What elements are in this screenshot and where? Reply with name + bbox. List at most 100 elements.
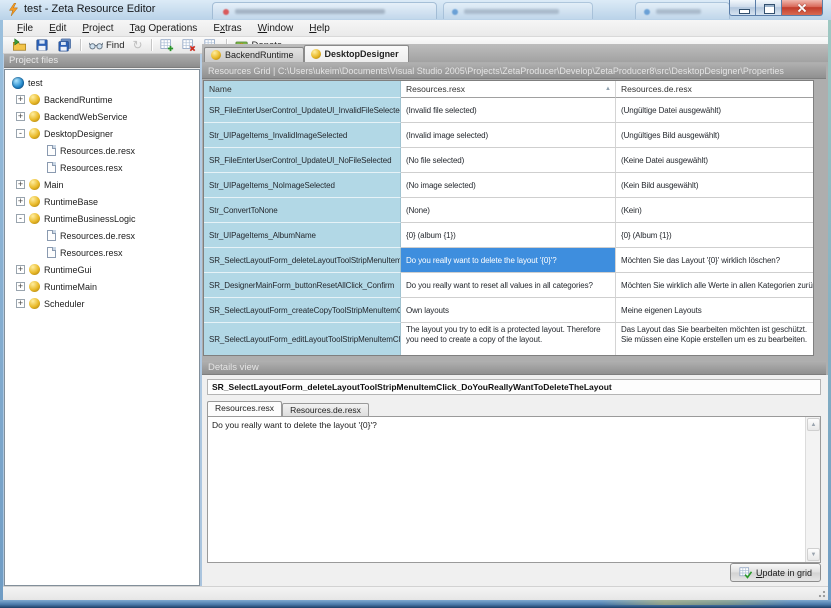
tree-item[interactable]: - DesktopDesigner [5, 125, 199, 142]
collapse-icon[interactable]: - [16, 129, 25, 138]
tree-item[interactable]: + BackendRuntime [5, 91, 199, 108]
cell-de[interactable]: Möchten Sie wirklich alle Werte in allen… [616, 273, 813, 298]
open-project-button[interactable] [9, 37, 30, 53]
tree-item-file[interactable]: Resources.de.resx [5, 227, 199, 244]
scrollbar[interactable]: ▲ ▼ [805, 417, 820, 562]
resource-name-field[interactable]: SR_SelectLayoutForm_deleteLayoutToolStri… [207, 379, 821, 395]
cell-name[interactable]: SR_SelectLayoutForm_createCopyToolStripM… [204, 298, 401, 323]
menu-window[interactable]: Window [250, 21, 302, 36]
maximize-button[interactable] [756, 0, 782, 16]
cell-en[interactable]: (None) [401, 198, 616, 223]
scroll-down-icon[interactable]: ▼ [807, 548, 820, 561]
cell-de[interactable]: Möchten Sie das Layout '{0}' wirklich lö… [616, 248, 813, 273]
find-button[interactable]: Find [86, 38, 127, 52]
cell-en[interactable]: (Invalid image selected) [401, 123, 616, 148]
tab-resources-resx[interactable]: Resources.resx [207, 401, 283, 416]
cell-en[interactable]: (Invalid file selected) [401, 98, 616, 123]
cell-name[interactable]: Str_ConvertToNone [204, 198, 401, 223]
save-all-button[interactable] [54, 37, 75, 53]
table-row[interactable]: Str_UIPageItems_NoImageSelected (No imag… [204, 173, 813, 198]
delete-row-button[interactable] [179, 37, 199, 53]
save-button[interactable] [32, 37, 52, 53]
cell-name[interactable]: SR_SelectLayoutForm_editLayoutToolStripM… [204, 323, 401, 355]
cell-de[interactable]: (Kein Bild ausgewählt) [616, 173, 813, 198]
tree-item-file[interactable]: Resources.de.resx [5, 142, 199, 159]
minimize-button[interactable] [729, 0, 756, 16]
column-header-resources-resx[interactable]: Resources.resx ▲ [401, 81, 616, 98]
cell-name[interactable]: SR_FileEnterUserControl_UpdateUI_NoFileS… [204, 148, 401, 173]
tree-item[interactable]: - RuntimeBusinessLogic [5, 210, 199, 227]
tab-resources-de-resx[interactable]: Resources.de.resx [282, 403, 369, 416]
cell-de[interactable]: Meine eigenen Layouts [616, 298, 813, 323]
cell-en[interactable]: Do you really want to reset all values i… [401, 273, 616, 298]
expand-icon[interactable]: + [16, 265, 25, 274]
column-header-resources-de-resx[interactable]: Resources.de.resx [616, 81, 813, 98]
value-editor[interactable]: Do you really want to delete the layout … [207, 416, 821, 563]
tree-item[interactable]: + Main [5, 176, 199, 193]
menu-tag-operations[interactable]: Tag Operations [121, 21, 205, 36]
tab-desktopdesigner[interactable]: DesktopDesigner [303, 45, 409, 62]
tree-item-file[interactable]: Resources.resx [5, 244, 199, 261]
details-view: SR_SelectLayoutForm_deleteLayoutToolStri… [202, 375, 828, 586]
cell-name[interactable]: Str_UIPageItems_NoImageSelected [204, 173, 401, 198]
expand-icon[interactable]: + [16, 299, 25, 308]
menu-extras[interactable]: Extras [205, 21, 249, 36]
close-button[interactable] [782, 0, 823, 16]
cell-name[interactable]: Str_UIPageItems_AlbumName [204, 223, 401, 248]
tree-item[interactable]: + RuntimeBase [5, 193, 199, 210]
table-row[interactable]: SR_FileEnterUserControl_UpdateUI_Invalid… [204, 98, 813, 123]
table-row[interactable]: SR_SelectLayoutForm_createCopyToolStripM… [204, 298, 813, 323]
cell-de[interactable]: (Ungültiges Bild ausgewählt) [616, 123, 813, 148]
cell-name[interactable]: Str_UIPageItems_InvalidImageSelected [204, 123, 401, 148]
column-header-name[interactable]: Name [204, 81, 401, 98]
cell-en[interactable]: (No image selected) [401, 173, 616, 198]
cell-name[interactable]: SR_SelectLayoutForm_deleteLayoutToolStri… [204, 248, 401, 273]
tree-item[interactable]: + RuntimeMain [5, 278, 199, 295]
cell-de[interactable]: (Kein) [616, 198, 813, 223]
add-row-button[interactable] [157, 37, 177, 53]
table-row[interactable]: Str_UIPageItems_AlbumName {0} (album {1}… [204, 223, 813, 248]
cell-en[interactable]: (No file selected) [401, 148, 616, 173]
expand-icon[interactable]: + [16, 282, 25, 291]
tree-item[interactable]: + Scheduler [5, 295, 199, 312]
table-row[interactable]: SR_DesignerMainForm_buttonResetAllClick_… [204, 273, 813, 298]
expand-icon[interactable]: + [16, 112, 25, 121]
package-icon [29, 128, 40, 139]
cell-name[interactable]: SR_DesignerMainForm_buttonResetAllClick_… [204, 273, 401, 298]
menu-project[interactable]: Project [74, 21, 121, 36]
project-tree[interactable]: test + BackendRuntime + BackendWebServic… [4, 69, 200, 586]
resize-grip-icon[interactable] [817, 589, 826, 598]
cell-de[interactable]: (Keine Datei ausgewählt) [616, 148, 813, 173]
cell-en[interactable]: Own layouts [401, 298, 616, 323]
table-row-selected[interactable]: SR_SelectLayoutForm_deleteLayoutToolStri… [204, 248, 813, 273]
menu-edit[interactable]: Edit [41, 21, 74, 36]
cell-en[interactable]: {0} (album {1}) [401, 223, 616, 248]
tab-backendruntime[interactable]: BackendRuntime [204, 47, 304, 62]
cell-de[interactable]: (Ungültige Datei ausgewählt) [616, 98, 813, 123]
table-row[interactable]: Str_ConvertToNone (None) (Kein) [204, 198, 813, 223]
collapse-icon[interactable]: - [16, 214, 25, 223]
tree-item-file[interactable]: Resources.resx [5, 159, 199, 176]
cell-de[interactable]: Das Layout das Sie bearbeiten möchten is… [616, 323, 813, 355]
tree-item[interactable]: + BackendWebService [5, 108, 199, 125]
scroll-up-icon[interactable]: ▲ [807, 418, 820, 431]
tree-item[interactable]: + RuntimeGui [5, 261, 199, 278]
expand-icon[interactable]: + [16, 197, 25, 206]
cell-de[interactable]: {0} (Album {1}) [616, 223, 813, 248]
cell-name[interactable]: SR_FileEnterUserControl_UpdateUI_Invalid… [204, 98, 401, 123]
expand-icon[interactable]: + [16, 95, 25, 104]
menu-help[interactable]: Help [301, 21, 338, 36]
table-row[interactable]: SR_FileEnterUserControl_UpdateUI_NoFileS… [204, 148, 813, 173]
tree-item-root[interactable]: test [5, 74, 199, 91]
cell-en-selected[interactable]: Do you really want to delete the layout … [401, 248, 616, 273]
cell-en[interactable]: The layout you try to edit is a protecte… [401, 323, 616, 355]
table-row[interactable]: SR_SelectLayoutForm_editLayoutToolStripM… [204, 323, 813, 355]
globe-icon [12, 76, 24, 89]
title-bar[interactable]: test - Zeta Resource Editor [0, 0, 831, 20]
expand-icon[interactable]: + [16, 180, 25, 189]
background-window-tab [635, 2, 730, 19]
update-in-grid-button[interactable]: Update in grid [729, 563, 821, 582]
value-text[interactable]: Do you really want to delete the layout … [212, 420, 800, 430]
table-row[interactable]: Str_UIPageItems_InvalidImageSelected (In… [204, 123, 813, 148]
menu-file[interactable]: File [9, 21, 41, 36]
